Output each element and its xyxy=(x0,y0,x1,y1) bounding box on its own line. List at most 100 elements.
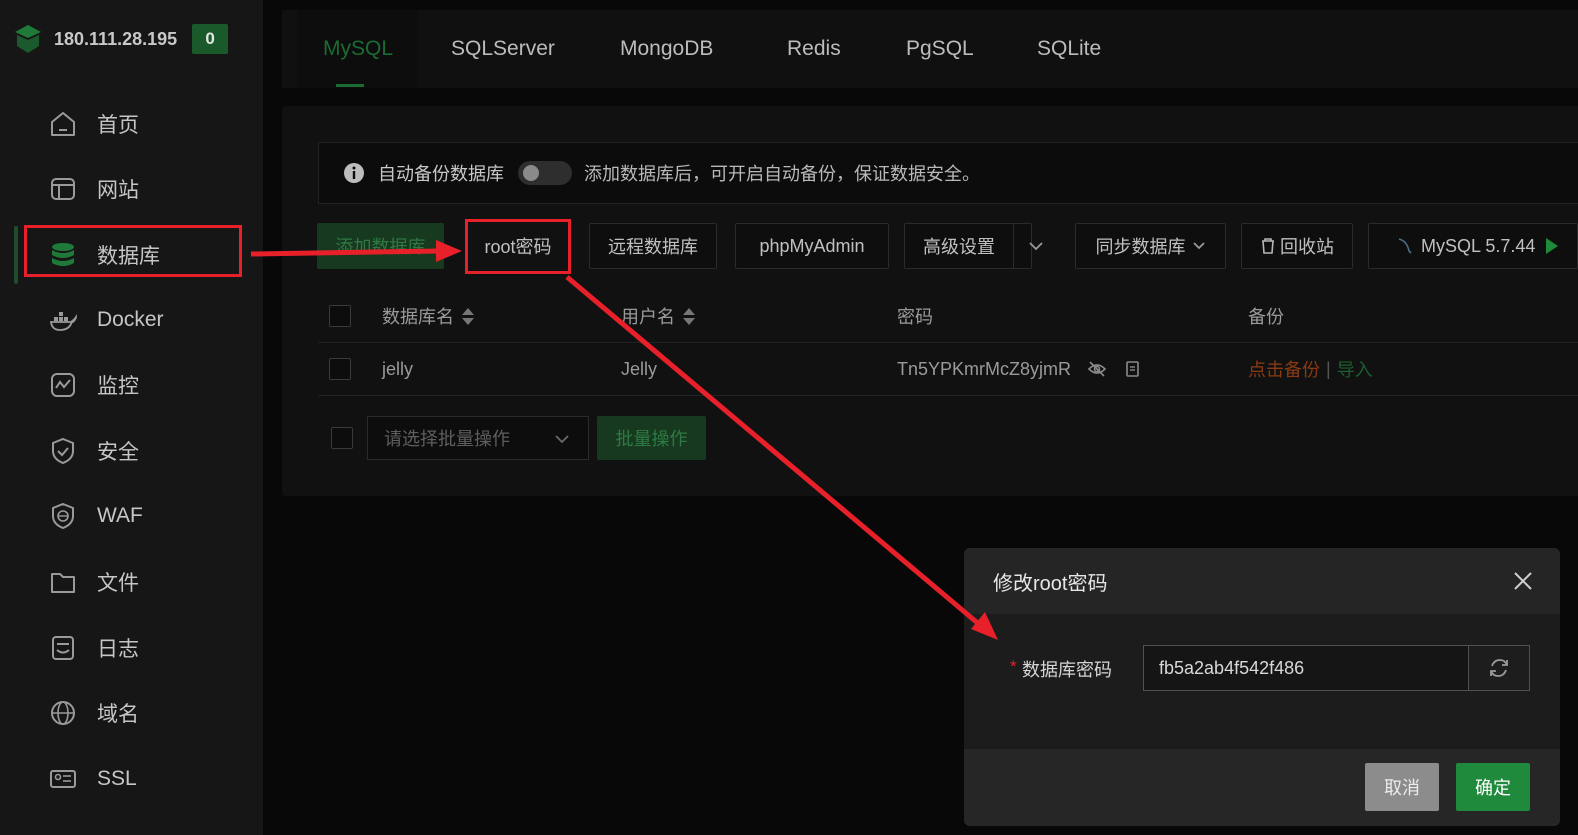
sort-icon xyxy=(462,307,474,325)
add-database-button[interactable]: 添加数据库 xyxy=(317,223,444,269)
tab-mysql[interactable]: MySQL xyxy=(298,10,418,88)
remote-database-button[interactable]: 远程数据库 xyxy=(589,223,717,269)
chevron-down-icon[interactable] xyxy=(1028,240,1044,252)
active-indicator xyxy=(14,226,18,284)
tab-mongodb[interactable]: MongoDB xyxy=(620,10,713,88)
info-icon xyxy=(344,163,364,183)
auto-backup-tip: 添加数据库后，可开启自动备份，保证数据安全。 xyxy=(584,164,980,184)
log-icon xyxy=(48,633,78,663)
home-icon xyxy=(48,109,78,139)
sidebar-item-label: 首页 xyxy=(97,114,139,137)
tab-pgsql[interactable]: PgSQL xyxy=(906,10,974,88)
mysql-version-label: MySQL 5.7.44 xyxy=(1421,235,1536,256)
select-all-checkbox[interactable] xyxy=(329,305,351,327)
shield-icon xyxy=(48,436,78,466)
chevron-down-icon xyxy=(555,435,569,444)
generate-password-button[interactable] xyxy=(1468,645,1530,691)
row-checkbox[interactable] xyxy=(329,358,351,380)
confirm-button[interactable]: 确定 xyxy=(1456,763,1530,811)
sidebar-item-label: 网站 xyxy=(97,179,139,202)
server-header: 180.111.28.195 0 xyxy=(14,22,229,56)
batch-select-placeholder: 请选择批量操作 xyxy=(384,429,510,449)
column-password: 密码 xyxy=(897,307,933,327)
db-password-input[interactable]: fb5a2ab4f542f486 xyxy=(1143,645,1469,691)
play-icon xyxy=(1546,238,1559,254)
auto-backup-label: 自动备份数据库 xyxy=(378,164,504,184)
mysql-version-button[interactable]: MySQL 5.7.44 xyxy=(1368,223,1578,269)
batch-select-all-checkbox[interactable] xyxy=(331,427,353,449)
waf-icon xyxy=(48,501,78,531)
db-name-cell: jelly xyxy=(382,358,414,379)
eye-off-icon[interactable] xyxy=(1087,360,1107,378)
column-label: 数据库名 xyxy=(382,307,454,327)
backup-cell: 点击备份 | 导入 xyxy=(1248,343,1373,395)
sidebar: 180.111.28.195 0 首页 网站 数据库 Docker 监控 安全 … xyxy=(0,0,263,835)
sync-database-button[interactable]: 同步数据库 xyxy=(1075,223,1226,269)
column-db-name[interactable]: 数据库名 xyxy=(382,290,474,342)
sidebar-item-label: 日志 xyxy=(97,638,139,661)
sidebar-database-highlight xyxy=(24,225,242,277)
db-password-label: 数据库密码 xyxy=(1022,660,1112,680)
close-icon[interactable] xyxy=(1512,570,1534,592)
website-icon xyxy=(48,174,78,204)
alert-count-badge[interactable]: 0 xyxy=(192,24,229,54)
batch-operation-button[interactable]: 批量操作 xyxy=(597,416,706,460)
recycle-bin-button[interactable]: 回收站 xyxy=(1241,223,1353,269)
sidebar-item-label: 安全 xyxy=(97,441,139,464)
sidebar-item-label: Docker xyxy=(97,308,164,331)
sidebar-item-waf[interactable]: WAF xyxy=(48,496,143,536)
link-separator: | xyxy=(1326,358,1331,379)
sidebar-item-ssl[interactable]: SSL xyxy=(48,759,137,799)
tab-redis[interactable]: Redis xyxy=(787,10,841,88)
refresh-icon xyxy=(1490,659,1508,677)
ssl-icon xyxy=(48,764,78,794)
advanced-settings-divider xyxy=(1013,224,1014,268)
advanced-settings-label: 高级设置 xyxy=(923,237,995,257)
sidebar-item-label: WAF xyxy=(97,504,143,527)
dialog-title: 修改root密码 xyxy=(993,572,1108,595)
auto-backup-toggle[interactable] xyxy=(518,161,572,185)
sidebar-item-docker[interactable]: Docker xyxy=(48,300,164,340)
sidebar-item-monitor[interactable]: 监控 xyxy=(48,365,139,405)
auto-backup-notice: 自动备份数据库 添加数据库后，可开启自动备份，保证数据安全。 xyxy=(318,142,1578,204)
sidebar-item-label: 文件 xyxy=(97,572,139,595)
db-type-tabs: MySQL SQLServer MongoDB Redis PgSQL SQLi… xyxy=(282,10,1578,88)
required-marker: * xyxy=(1010,657,1017,676)
table-header: 数据库名 用户名 密码 备份 xyxy=(318,290,1578,343)
sidebar-item-files[interactable]: 文件 xyxy=(48,562,139,602)
sidebar-item-label: 监控 xyxy=(97,375,139,398)
column-backup: 备份 xyxy=(1248,307,1284,327)
sidebar-item-security[interactable]: 安全 xyxy=(48,431,139,471)
server-ip: 180.111.28.195 xyxy=(54,28,178,49)
username-cell: Jelly xyxy=(621,358,658,379)
root-password-highlight xyxy=(465,219,571,274)
tab-sqlserver[interactable]: SQLServer xyxy=(451,10,555,88)
sidebar-item-logs[interactable]: 日志 xyxy=(48,628,139,668)
sidebar-item-label: SSL xyxy=(97,767,137,790)
tab-sqlite[interactable]: SQLite xyxy=(1037,10,1101,88)
active-tab-underline xyxy=(336,84,364,87)
server-logo-icon xyxy=(15,25,41,53)
sidebar-item-domain[interactable]: 域名 xyxy=(48,693,139,733)
import-link[interactable]: 导入 xyxy=(1337,356,1373,382)
dialog-header: 修改root密码 xyxy=(964,548,1560,614)
table-row: jelly Jelly Tn5YPKmrMcZ8yjmR 点击备份 | 导入 xyxy=(318,343,1578,396)
docker-icon xyxy=(48,305,78,335)
folder-icon xyxy=(48,567,78,597)
sort-icon xyxy=(683,307,695,325)
monitor-icon xyxy=(48,370,78,400)
mysql-dolphin-icon xyxy=(1398,238,1412,254)
password-value: Tn5YPKmrMcZ8yjmR xyxy=(897,358,1072,379)
chevron-down-icon xyxy=(1192,242,1205,250)
sync-database-label: 同步数据库 xyxy=(1095,237,1186,257)
sidebar-item-website[interactable]: 网站 xyxy=(48,169,139,209)
sidebar-item-home[interactable]: 首页 xyxy=(48,104,139,144)
backup-now-link[interactable]: 点击备份 xyxy=(1248,356,1320,382)
batch-operation-select[interactable]: 请选择批量操作 xyxy=(367,416,589,460)
sidebar-item-label: 域名 xyxy=(97,703,139,726)
copy-icon[interactable] xyxy=(1123,360,1141,378)
globe-icon xyxy=(48,698,78,728)
column-username[interactable]: 用户名 xyxy=(621,290,695,342)
cancel-button[interactable]: 取消 xyxy=(1365,763,1439,811)
phpmyadmin-button[interactable]: phpMyAdmin xyxy=(735,223,889,269)
